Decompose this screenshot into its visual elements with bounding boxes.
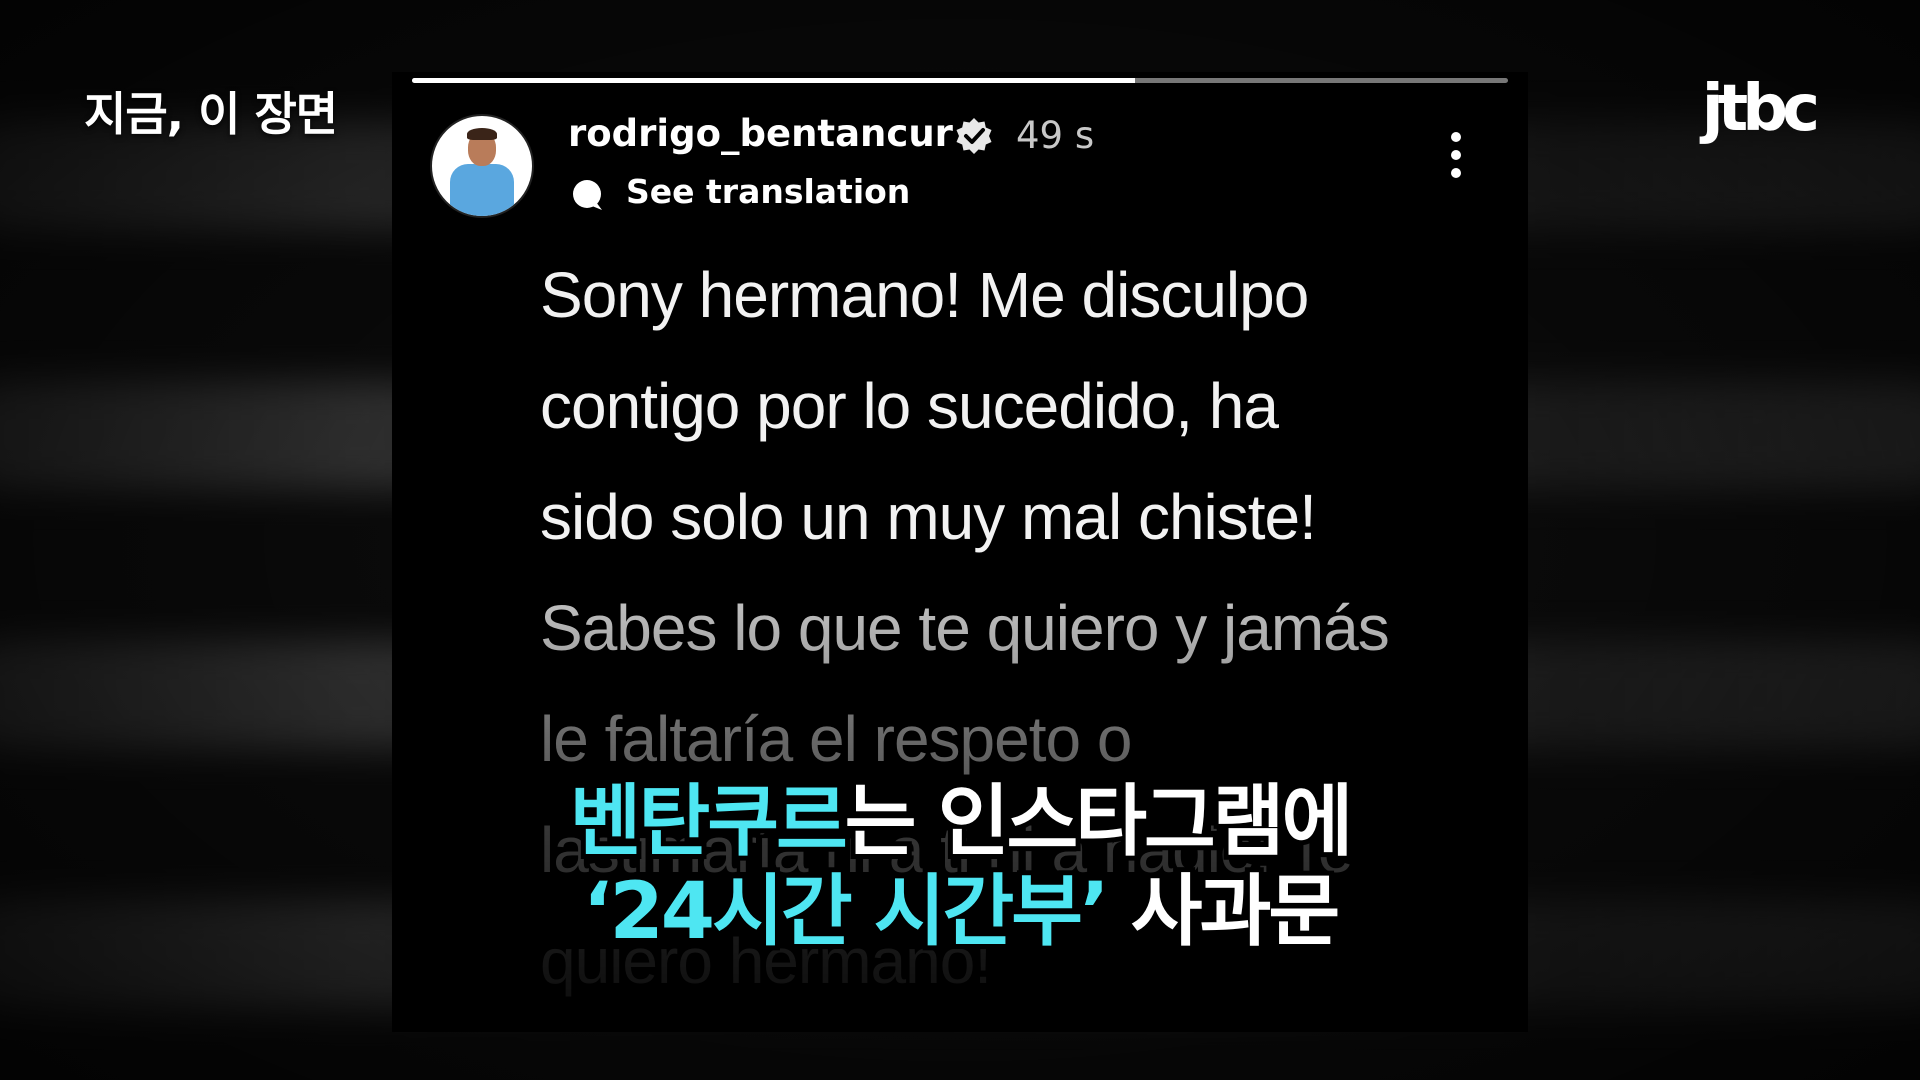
caption-line: Sony hermano! Me disculpo	[540, 259, 1309, 331]
translate-icon	[573, 180, 602, 210]
avatar[interactable]	[430, 114, 534, 218]
subtitle-line-1: 벤탄쿠르는 인스타그램에	[0, 778, 1920, 866]
story-progress-fill	[412, 78, 1136, 83]
avatar-hair	[467, 128, 497, 140]
username[interactable]: rodrigo_bentancur	[568, 112, 953, 155]
see-translation-link[interactable]: See translation	[626, 172, 910, 211]
subtitle-text: 는 인스타그램에	[840, 777, 1358, 867]
verified-badge-icon	[956, 118, 992, 154]
show-title: 지금, 이 장면	[84, 87, 338, 141]
caption-line: contigo por lo sucedido, ha	[540, 370, 1279, 442]
story-progress-bar	[412, 78, 1508, 83]
post-time: 49 s	[1016, 114, 1095, 157]
more-options-icon[interactable]	[1446, 132, 1466, 188]
channel-logo: jtbc	[1701, 72, 1820, 146]
avatar-shirt	[450, 164, 514, 216]
subtitle-highlight: 벤탄쿠르	[565, 777, 853, 867]
subtitle-highlight: ‘24시간 시간부’	[578, 867, 1115, 957]
caption-line: Sabes lo que te quiero y jamás	[540, 592, 1390, 664]
subtitle-line-2: ‘24시간 시간부’ 사과문	[0, 868, 1920, 956]
caption-line: sido solo un muy mal chiste!	[540, 481, 1317, 553]
subtitle-text: 사과문	[1106, 867, 1345, 957]
